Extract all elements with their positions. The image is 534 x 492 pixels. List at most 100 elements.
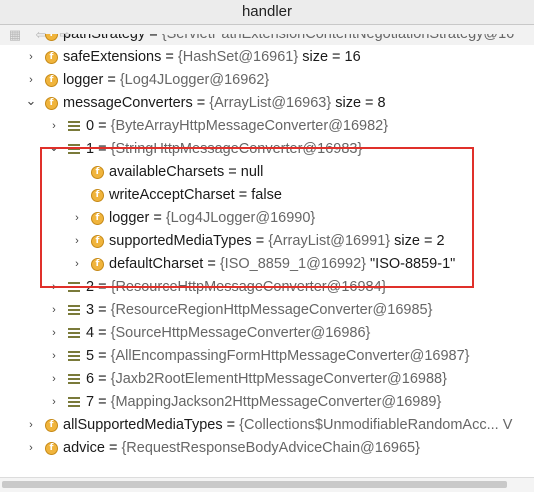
field-icon: f [91, 166, 104, 179]
variable-name: 5 [86, 348, 95, 364]
equals-sign: = [94, 325, 111, 341]
variable-extra: false [251, 187, 282, 203]
variable-extra: size = 16 [298, 49, 361, 65]
field-icon: f [45, 419, 58, 432]
variable-name: 7 [86, 394, 95, 410]
variable-value: {AllEncompassingFormHttpMessageConverter… [110, 348, 470, 364]
variable-name: logger [63, 72, 104, 88]
collapsed-arrow-icon[interactable]: › [48, 115, 60, 138]
variable-extra: null [240, 164, 264, 180]
tree-row[interactable]: › f logger = {Log4JLogger@16962} [0, 69, 534, 92]
variable-name: availableCharsets [109, 164, 225, 180]
collapsed-arrow-icon[interactable]: › [25, 69, 37, 92]
variables-tree: f pathStrategy = {ServletPathExtensionCon… [0, 34, 534, 474]
variable-value: {Collections$UnmodifiableRandomAcc... V [239, 417, 513, 433]
variable-name: 3 [86, 302, 95, 318]
variable-value: {ArrayList@16963} [209, 95, 332, 111]
equals-sign: = [203, 256, 220, 272]
tree-row[interactable]: › f allSupportedMediaTypes = {Collections$… [0, 414, 534, 437]
tree-row[interactable]: › 0 = {ByteArrayHttpMessageConverter@1698… [0, 115, 534, 138]
collapsed-arrow-icon[interactable]: › [48, 322, 60, 345]
variable-value: {StringHttpMessageConverter@16983} [110, 141, 363, 157]
variable-value: {Log4JLogger@16962} [119, 72, 270, 88]
tree-row-label: messageConverters = {ArrayList@16963} si… [63, 92, 386, 115]
variable-value: {MappingJackson2HttpMessageConverter@169… [110, 394, 442, 410]
variable-value: {ServletPathExtensionContentNegotiationS… [161, 34, 515, 42]
scrollbar-thumb[interactable] [2, 481, 507, 488]
equals-sign: = [94, 371, 111, 387]
field-icon: f [45, 74, 58, 87]
tree-row-label: writeAcceptCharset = false [109, 184, 282, 207]
tree-row[interactable]: › 3 = {ResourceRegionHttpMessageConverter… [0, 299, 534, 322]
collapsed-arrow-icon[interactable]: › [71, 253, 83, 276]
collapsed-arrow-icon[interactable]: › [48, 276, 60, 299]
array-element-icon [68, 328, 80, 339]
tree-row[interactable]: ⌄ f messageConverters = {ArrayList@16963} … [0, 92, 534, 115]
tree-row-label: 4 = {SourceHttpMessageConverter@16986} [86, 322, 370, 345]
variable-value: {ResourceRegionHttpMessageConverter@1698… [110, 302, 433, 318]
tree-row[interactable]: f writeAcceptCharset = false [0, 184, 534, 207]
tree-row[interactable]: › 2 = {ResourceHttpMessageConverter@16984… [0, 276, 534, 299]
equals-sign: = [224, 164, 241, 180]
variable-name: safeExtensions [63, 49, 162, 65]
variable-name: defaultCharset [109, 256, 204, 272]
equals-sign: = [149, 210, 166, 226]
tree-row[interactable]: f availableCharsets = null [0, 161, 534, 184]
tree-row-label: 5 = {AllEncompassingFormHttpMessageConve… [86, 345, 469, 368]
collapsed-arrow-icon[interactable]: › [48, 299, 60, 322]
variable-name: messageConverters [63, 95, 193, 111]
collapsed-arrow-icon[interactable]: › [25, 46, 37, 69]
equals-sign: = [94, 302, 111, 318]
variable-name: writeAcceptCharset [109, 187, 235, 203]
tree-row-label: logger = {Log4JLogger@16962} [63, 69, 269, 92]
collapsed-arrow-icon[interactable]: › [25, 437, 37, 460]
tree-row[interactable]: › f supportedMediaTypes = {ArrayList@16991… [0, 230, 534, 253]
variable-name: 0 [86, 118, 95, 134]
tree-row-label: allSupportedMediaTypes = {Collections$Un… [63, 414, 512, 437]
collapsed-arrow-icon[interactable]: › [48, 368, 60, 391]
equals-sign: = [104, 440, 122, 456]
equals-sign: = [94, 141, 111, 157]
variable-name: pathStrategy [63, 34, 146, 42]
collapsed-arrow-icon[interactable]: › [71, 230, 83, 253]
tree-row[interactable]: › 5 = {AllEncompassingFormHttpMessageConv… [0, 345, 534, 368]
variable-value: {RequestResponseBodyAdviceChain@16965} [121, 440, 420, 456]
equals-sign: = [161, 49, 178, 65]
variable-extra: "ISO-8859-1" [366, 256, 456, 272]
collapsed-arrow-icon[interactable]: › [48, 345, 60, 368]
variable-value: {ISO_8859_1@16992} [219, 256, 366, 272]
variable-value: {Jaxb2RootElementHttpMessageConverter@16… [110, 371, 447, 387]
equals-sign: = [192, 95, 210, 111]
tree-row[interactable]: › f safeExtensions = {HashSet@16961} size … [0, 46, 534, 69]
variable-name: advice [63, 440, 105, 456]
equals-sign: = [234, 187, 252, 203]
variable-name: supportedMediaTypes [109, 233, 252, 249]
tree-row-label: availableCharsets = null [109, 161, 263, 184]
tree-row[interactable]: › 4 = {SourceHttpMessageConverter@16986} [0, 322, 534, 345]
tree-row[interactable]: › f logger = {Log4JLogger@16990} [0, 207, 534, 230]
tree-row-label: defaultCharset = {ISO_8859_1@16992} "ISO… [109, 253, 455, 276]
variable-name: 1 [86, 141, 95, 157]
tree-row-label: supportedMediaTypes = {ArrayList@16991} … [109, 230, 445, 253]
variable-extra: size = 2 [390, 233, 445, 249]
tree-row[interactable]: f pathStrategy = {ServletPathExtensionCon… [0, 34, 534, 46]
field-icon: f [91, 258, 104, 271]
array-element-icon [68, 144, 80, 155]
variable-value: {ArrayList@16991} [268, 233, 391, 249]
tree-row[interactable]: › 6 = {Jaxb2RootElementHttpMessageConvert… [0, 368, 534, 391]
tree-row[interactable]: ⌄ 1 = {StringHttpMessageConverter@16983} [0, 138, 534, 161]
collapsed-arrow-icon[interactable]: › [25, 414, 37, 437]
expanded-arrow-icon[interactable]: ⌄ [48, 138, 60, 161]
variable-value: {ResourceHttpMessageConverter@16984} [110, 279, 387, 295]
horizontal-scrollbar[interactable] [0, 477, 534, 492]
expanded-arrow-icon[interactable]: ⌄ [25, 92, 37, 115]
collapsed-arrow-icon[interactable]: › [71, 207, 83, 230]
collapsed-arrow-icon[interactable]: › [48, 391, 60, 414]
tree-row-label: 1 = {StringHttpMessageConverter@16983} [86, 138, 362, 161]
tree-row[interactable]: › f defaultCharset = {ISO_8859_1@16992} "I… [0, 253, 534, 276]
tree-row[interactable]: › f advice = {RequestResponseBodyAdviceCha… [0, 437, 534, 460]
tree-row[interactable]: › 7 = {MappingJackson2HttpMessageConverte… [0, 391, 534, 414]
equals-sign: = [94, 348, 111, 364]
array-element-icon [68, 374, 80, 385]
array-element-icon [68, 397, 80, 408]
